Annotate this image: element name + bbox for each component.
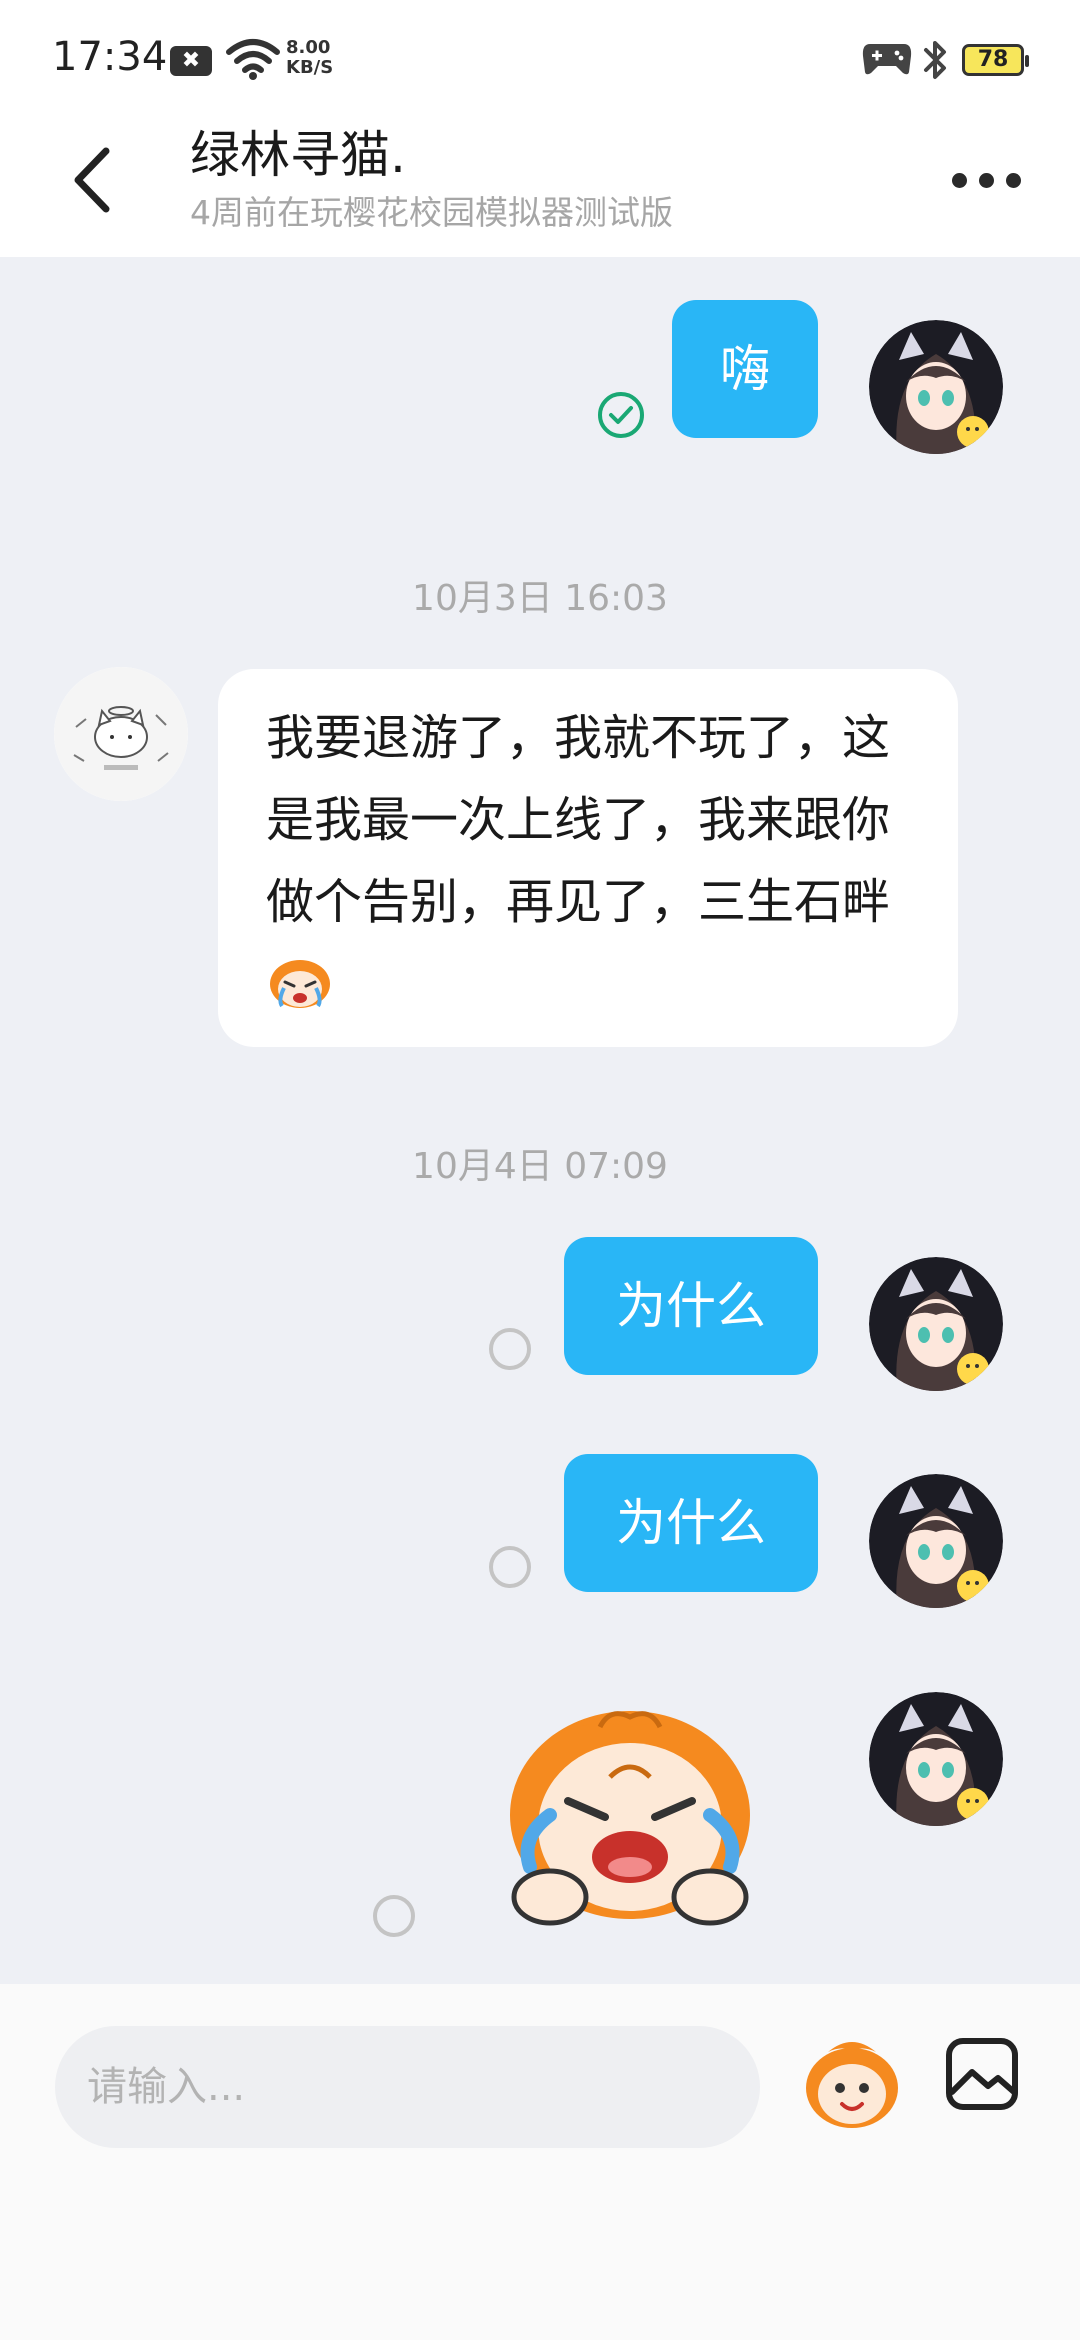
message-bubble-outgoing[interactable]: 为什么 bbox=[564, 1237, 818, 1375]
battery-indicator: 78 bbox=[962, 44, 1029, 76]
crying-emoji-icon bbox=[270, 960, 330, 1008]
message-bubble-outgoing[interactable]: 为什么 bbox=[564, 1454, 818, 1592]
status-bar: 17:34 ✖ 8.00 KB/S 78 bbox=[0, 0, 1080, 110]
my-avatar[interactable] bbox=[869, 1257, 1003, 1391]
network-speed: 8.00 KB/S bbox=[286, 38, 333, 78]
wifi-icon bbox=[226, 39, 280, 80]
bluetooth-icon bbox=[924, 41, 946, 79]
unread-status-icon bbox=[373, 1895, 415, 1937]
status-time: 17:34 bbox=[52, 34, 168, 80]
crying-monkey-sticker[interactable] bbox=[490, 1697, 770, 1927]
emoji-button[interactable] bbox=[800, 2032, 904, 2136]
back-button[interactable] bbox=[62, 145, 122, 215]
my-avatar[interactable] bbox=[869, 1692, 1003, 1826]
network-speed-unit: KB/S bbox=[286, 57, 334, 78]
message-timestamp: 10月3日 16:03 bbox=[412, 578, 668, 619]
more-options-button[interactable] bbox=[952, 165, 1022, 191]
contact-name[interactable]: 绿林寻猫. bbox=[190, 115, 406, 187]
chat-header: 绿林寻猫. 4周前在玩樱花校园模拟器测试版 bbox=[0, 110, 1080, 257]
my-avatar[interactable] bbox=[869, 320, 1003, 454]
read-check-icon bbox=[598, 392, 644, 438]
image-icon[interactable] bbox=[944, 2036, 1020, 2112]
message-text: 我要退游了，我就不玩了，这是我最一次上线了，我来跟你做个告别，再见了，三生石畔 bbox=[266, 710, 891, 930]
input-bar: 请输入... bbox=[0, 1984, 1080, 2340]
message-bubble-outgoing[interactable]: 嗨 bbox=[672, 300, 818, 438]
unread-status-icon bbox=[489, 1546, 531, 1588]
message-input[interactable]: 请输入... bbox=[55, 2026, 760, 2148]
contact-status: 4周前在玩樱花校园模拟器测试版 bbox=[190, 193, 673, 232]
message-list[interactable]: 嗨 10月3日 16:03 我要退游了，我就不玩了，这是我最一次上线了，我来跟你… bbox=[0, 257, 1080, 1984]
contact-avatar[interactable] bbox=[54, 667, 188, 801]
unread-status-icon bbox=[489, 1328, 531, 1370]
message-bubble-incoming[interactable]: 我要退游了，我就不玩了，这是我最一次上线了，我来跟你做个告别，再见了，三生石畔 bbox=[218, 669, 958, 1047]
notification-icon: ✖ bbox=[170, 46, 212, 76]
gamepad-icon bbox=[862, 44, 912, 75]
message-timestamp: 10月4日 07:09 bbox=[412, 1146, 668, 1187]
network-speed-value: 8.00 bbox=[286, 37, 331, 58]
my-avatar[interactable] bbox=[869, 1474, 1003, 1608]
